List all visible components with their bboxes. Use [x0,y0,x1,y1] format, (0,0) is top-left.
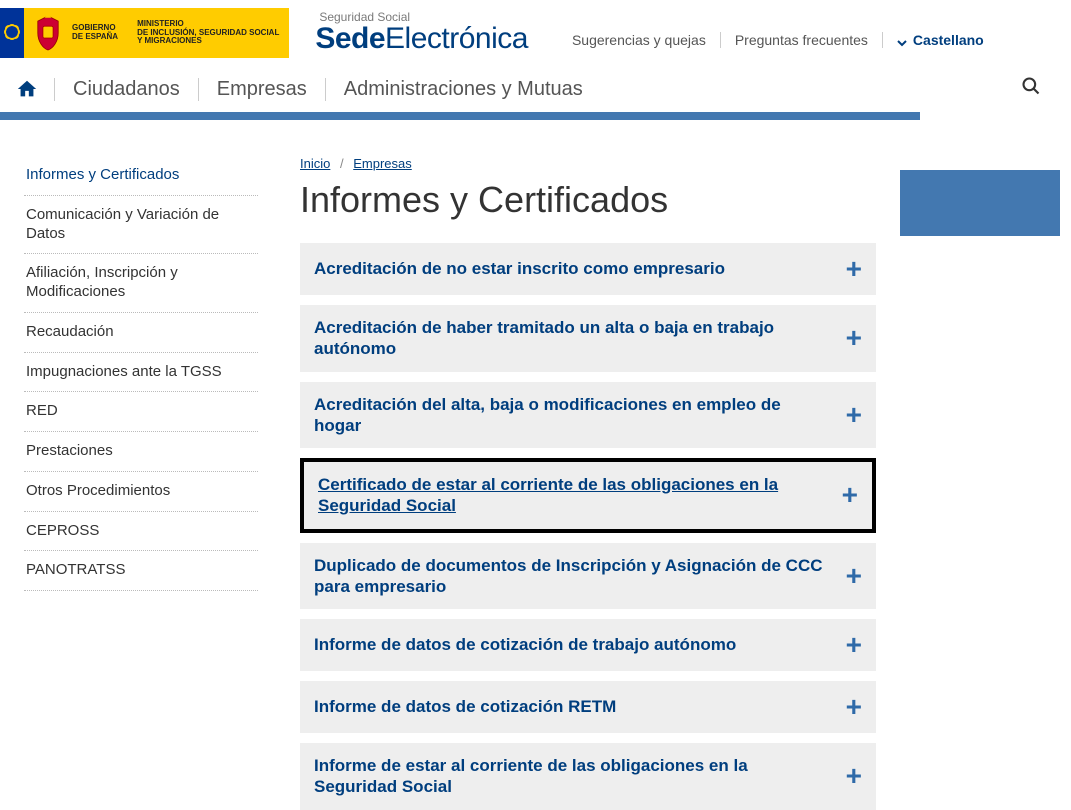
gov1-line2: DE ESPAÑA [72,33,118,42]
home-icon[interactable] [0,78,54,100]
accordion-title: Duplicado de documentos de Inscripción y… [314,555,846,598]
gov-text-1: GOBIERNO DE ESPAÑA [72,24,118,42]
breadcrumb-section[interactable]: Empresas [353,156,412,171]
nav-administraciones[interactable]: Administraciones y Mutuas [325,78,601,101]
accordion-item[interactable]: Acreditación de no estar inscrito como e… [300,243,876,295]
plus-icon: + [846,562,862,590]
nav-ciudadanos[interactable]: Ciudadanos [54,78,198,101]
accordion-title: Acreditación de no estar inscrito como e… [314,258,846,279]
search-button[interactable] [1001,76,1061,102]
breadcrumb: Inicio / Empresas [300,156,876,171]
accordion-item[interactable]: Acreditación de haber tramitado un alta … [300,305,876,372]
sidebar-item-otros[interactable]: Otros Procedimientos [24,472,258,512]
sidebar-item-informes[interactable]: Informes y Certificados [24,156,258,196]
nav-empresas[interactable]: Empresas [198,78,325,101]
accordion-item[interactable]: Informe de datos de cotización RETM + [300,681,876,733]
accordion-title: Acreditación del alta, baja o modificaci… [314,394,846,437]
sidebar-item-afiliacion[interactable]: Afiliación, Inscripción y Modificaciones [24,254,258,313]
sidebar-item-comunicacion[interactable]: Comunicación y Variación de Datos [24,196,258,255]
header-top: GOBIERNO DE ESPAÑA MINISTERIO DE INCLUSI… [0,0,1071,66]
gov-logo-block: GOBIERNO DE ESPAÑA MINISTERIO DE INCLUSI… [0,8,289,58]
eu-flag [0,8,24,58]
plus-icon: + [846,324,862,352]
sidebar-item-recaudacion[interactable]: Recaudación [24,313,258,353]
accordion-item[interactable]: Informe de datos de cotización de trabaj… [300,619,876,671]
link-sugerencias[interactable]: Sugerencias y quejas [558,32,721,48]
plus-icon: + [846,401,862,429]
main-nav: Ciudadanos Empresas Administraciones y M… [0,66,1071,112]
content-area: Informes y Certificados Comunicación y V… [0,120,1071,810]
top-links: Sugerencias y quejas Preguntas frecuente… [558,32,984,48]
sidebar-item-prestaciones[interactable]: Prestaciones [24,432,258,472]
page-title: Informes y Certificados [300,179,876,221]
gov-yellow-strip: GOBIERNO DE ESPAÑA MINISTERIO DE INCLUSI… [24,8,289,58]
sidebar-item-impugnaciones[interactable]: Impugnaciones ante la TGSS [24,353,258,393]
plus-icon: + [846,631,862,659]
plus-icon: + [846,255,862,283]
brand-title: SedeElectrónica [315,22,528,56]
plus-icon: + [842,481,858,509]
plus-icon: + [846,693,862,721]
accordion-item[interactable]: Acreditación del alta, baja o modificaci… [300,382,876,449]
accordion-item[interactable]: Duplicado de documentos de Inscripción y… [300,543,876,610]
brand-bold: Sede [315,22,385,55]
nav-underline [0,112,920,120]
brand-light: Electrónica [385,22,528,55]
sidebar-item-panotratss[interactable]: PANOTRATSS [24,551,258,591]
link-preguntas[interactable]: Preguntas frecuentes [721,32,883,48]
sidebar-item-red[interactable]: RED [24,392,258,432]
gov-text-2: MINISTERIO DE INCLUSIÓN, SEGURIDAD SOCIA… [137,20,279,46]
main-column: Inicio / Empresas Informes y Certificado… [270,156,890,810]
gov2-line3: Y MIGRACIONES [137,37,279,46]
accordion-title: Informe de estar al corriente de las obl… [314,755,846,798]
plus-icon: + [846,762,862,790]
chevron-down-icon [897,35,907,45]
right-blue-block [900,170,1060,236]
breadcrumb-sep: / [340,156,344,171]
brand-block[interactable]: Seguridad Social SedeElectrónica [315,10,528,56]
accordion-title: Informe de datos de cotización de trabaj… [314,634,846,655]
language-label: Castellano [913,32,984,48]
accordion-title: Acreditación de haber tramitado un alta … [314,317,846,360]
coat-of-arms-icon [30,13,66,53]
accordion-item-highlighted[interactable]: Certificado de estar al corriente de las… [300,458,876,533]
language-selector[interactable]: Castellano [883,32,984,48]
accordion-title: Certificado de estar al corriente de las… [318,474,842,517]
accordion-title: Informe de datos de cotización RETM [314,696,846,717]
breadcrumb-home[interactable]: Inicio [300,156,330,171]
sidebar: Informes y Certificados Comunicación y V… [0,156,270,591]
sidebar-item-cepross[interactable]: CEPROSS [24,512,258,552]
accordion-list: Acreditación de no estar inscrito como e… [300,243,876,810]
